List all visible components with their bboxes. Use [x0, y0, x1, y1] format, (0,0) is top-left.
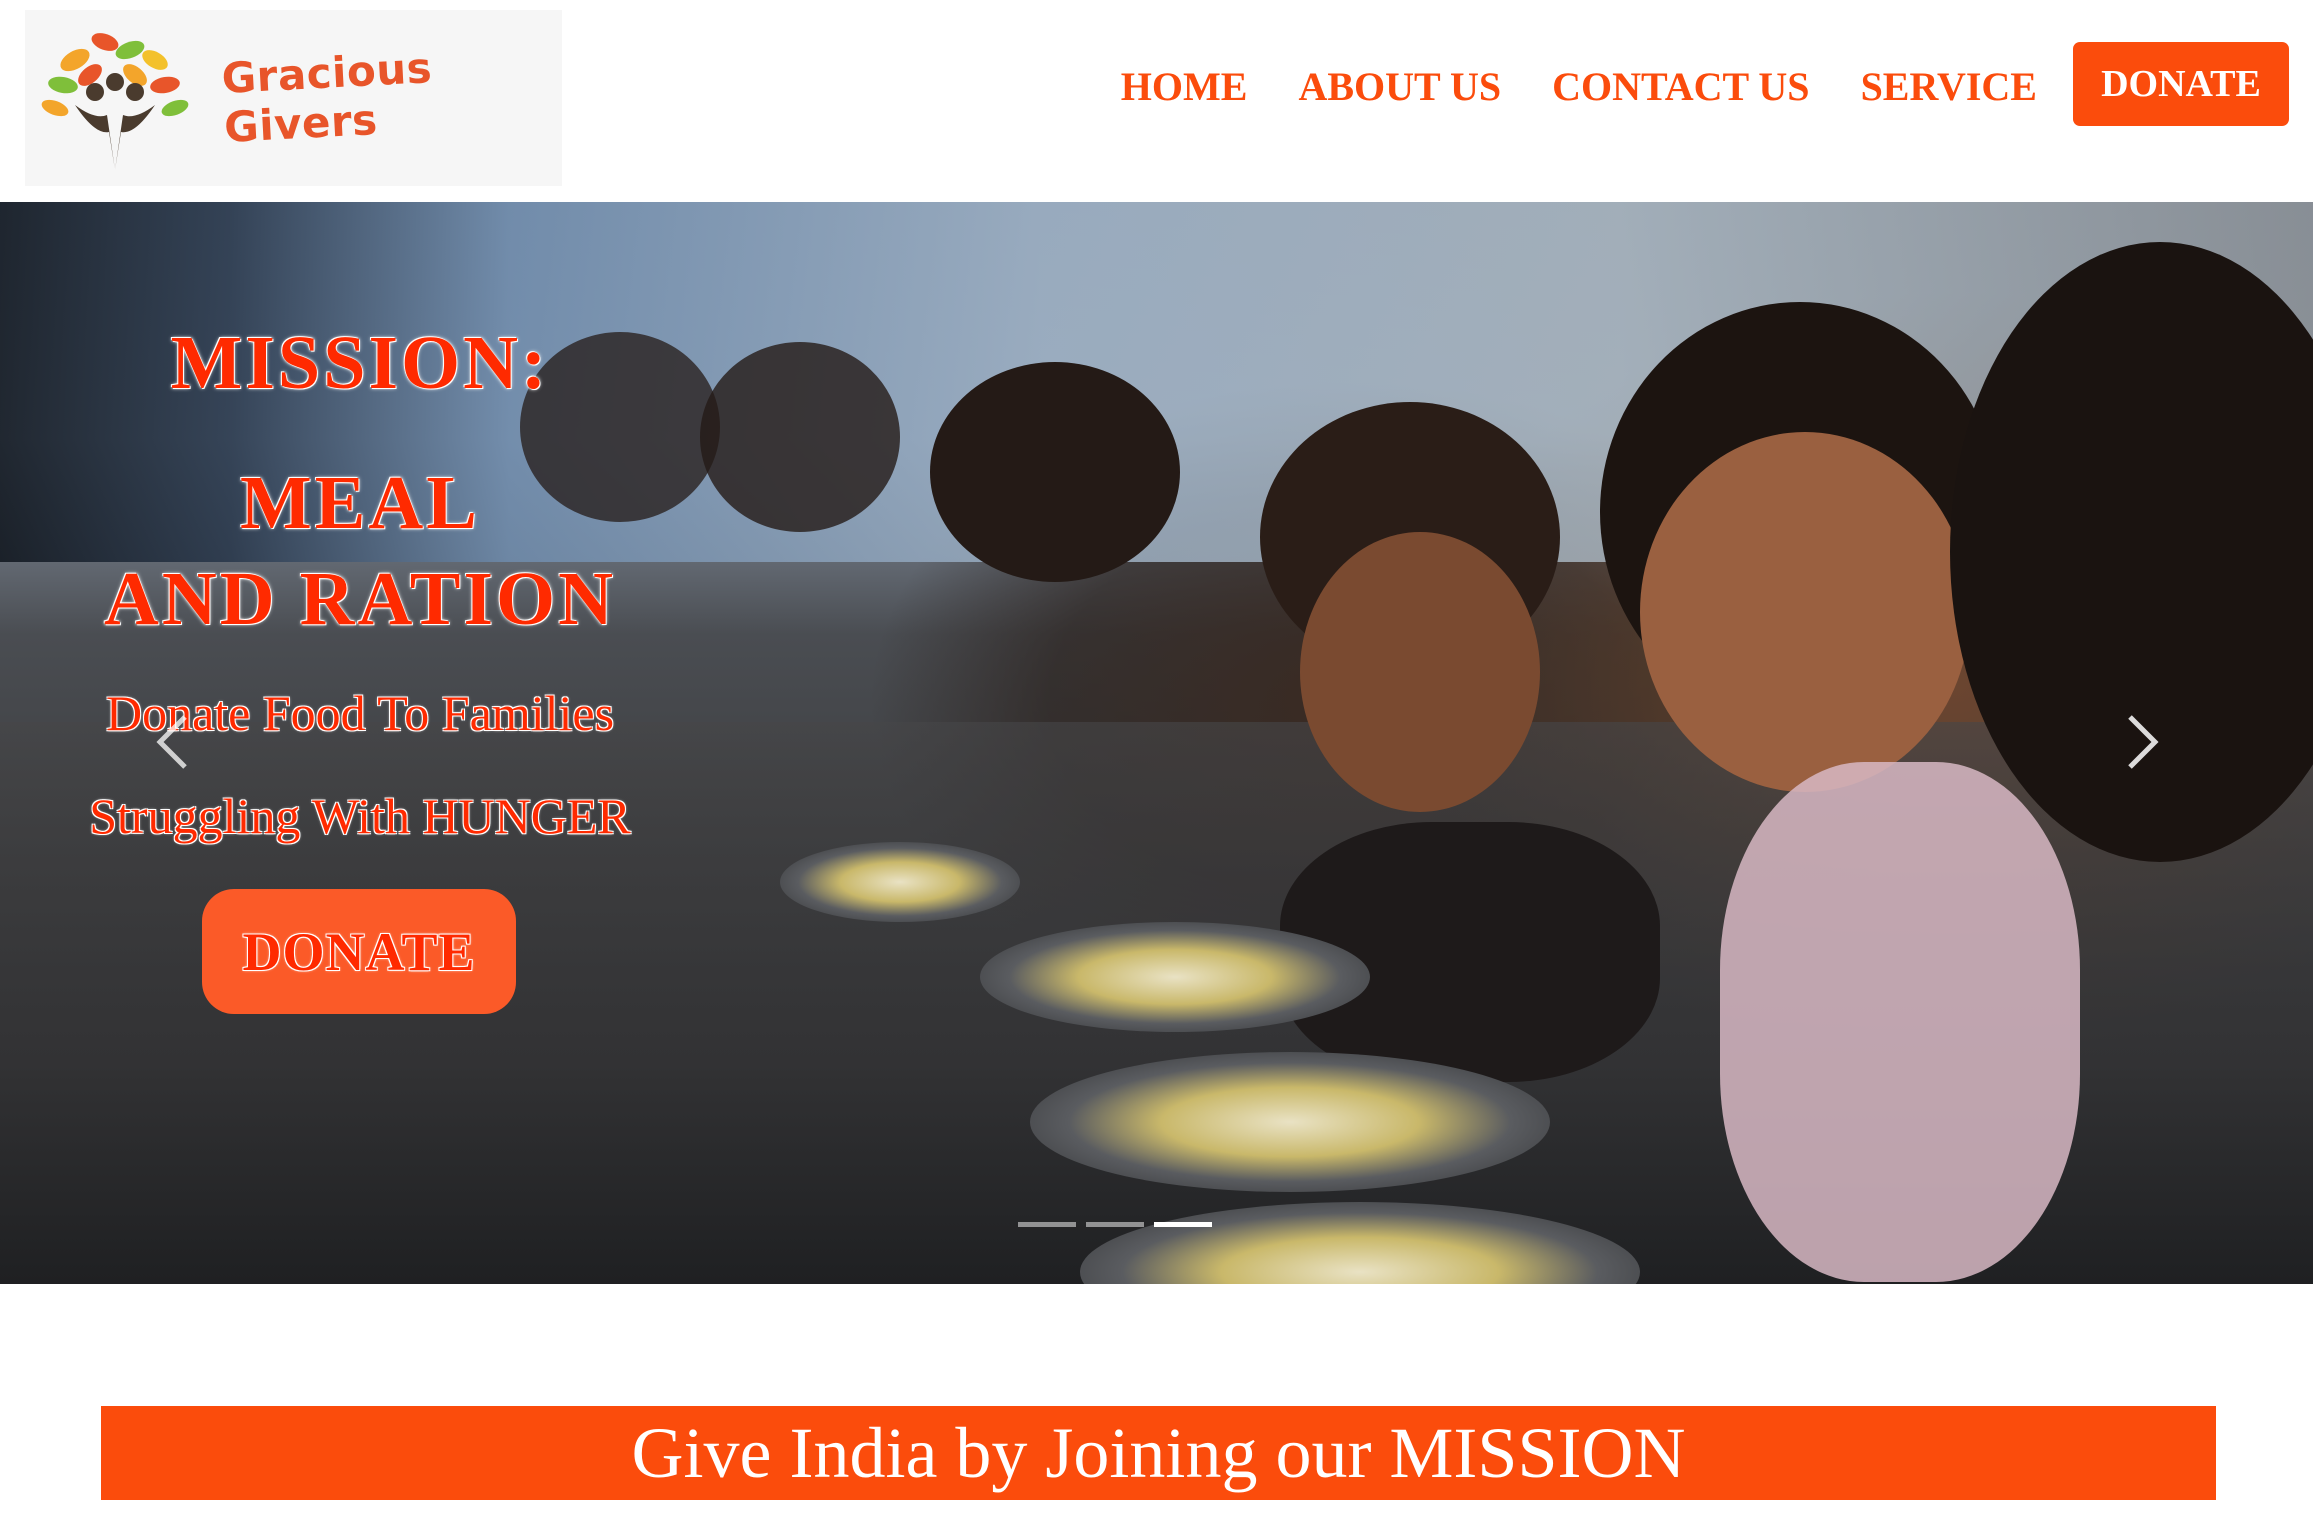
carousel-next-button[interactable] [2110, 702, 2170, 782]
chevron-right-icon [2128, 715, 2159, 769]
site-header: Gracious Givers HOME ABOUT US CONTACT US… [0, 0, 2313, 202]
nav-home[interactable]: HOME [1121, 61, 1248, 107]
carousel-indicator-1[interactable] [1018, 1222, 1076, 1227]
tree-logo-icon [41, 33, 189, 170]
brand-name: Gracious Givers [220, 43, 434, 152]
hero-donate-button[interactable]: DONATE [202, 889, 516, 1014]
brand-logo[interactable]: Gracious Givers [25, 10, 562, 186]
carousel-prev-button[interactable] [145, 702, 205, 782]
nav-about-us[interactable]: ABOUT US [1298, 61, 1501, 107]
main-nav: HOME ABOUT US CONTACT US SERVICE DONATE [1070, 42, 2289, 126]
hero-photo-figure [700, 342, 900, 532]
carousel-indicator-3[interactable] [1154, 1222, 1212, 1227]
hero-carousel: MISSION: MEAL AND RATION Donate Food To … [0, 202, 2313, 1284]
hero-photo-plate [1030, 1052, 1550, 1192]
nav-service[interactable]: SERVICE [1861, 61, 2037, 107]
hero-photo-plate [980, 922, 1370, 1032]
hero-subtitle-line1: Donate Food To Families [105, 685, 615, 741]
nav-contact-us[interactable]: CONTACT US [1552, 61, 1809, 107]
hero-photo-figure [1720, 762, 2080, 1282]
hero-photo-figure [1300, 532, 1540, 812]
chevron-left-icon [156, 715, 187, 769]
mission-banner: Give India by Joining our MISSION [101, 1406, 2216, 1500]
hero-title-line2: MEAL [240, 461, 480, 545]
hero-subtitle-line2: Struggling With HUNGER [89, 788, 631, 844]
hero-photo-figure [1640, 432, 1970, 792]
hero-photo-figure [930, 362, 1180, 582]
carousel-indicators [1018, 1222, 1222, 1227]
carousel-indicator-2[interactable] [1086, 1222, 1144, 1227]
hero-title-line1: MISSION: [170, 321, 550, 405]
nav-donate-button[interactable]: DONATE [2073, 42, 2289, 126]
hero-photo-plate [780, 842, 1020, 922]
hero-title-line3: AND RATION [103, 557, 617, 641]
